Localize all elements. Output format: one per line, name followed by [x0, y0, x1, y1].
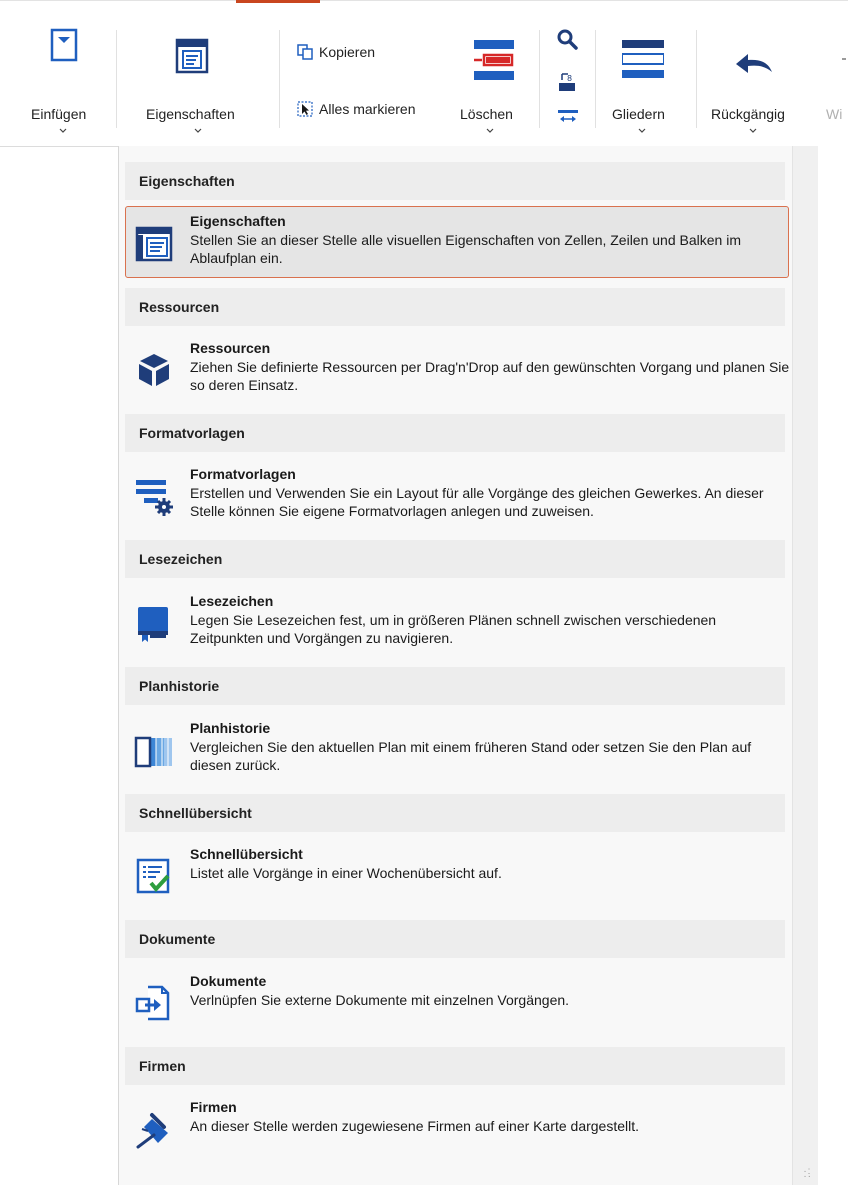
menu-item-title: Eigenschaften [190, 213, 286, 229]
properties-icon [134, 223, 174, 263]
resize-grip-icon[interactable]: ·: ·· [803, 1167, 812, 1182]
svg-text:8: 8 [567, 74, 572, 83]
chevron-down-icon[interactable] [59, 128, 67, 136]
copy-icon [297, 44, 313, 60]
menu-item-description: Legen Sie Lesezeichen fest, um in größer… [190, 612, 717, 646]
chevron-down-icon[interactable] [749, 128, 757, 136]
document-link-icon [134, 983, 174, 1023]
ribbon-toolbar: Einfügen Eigenschaften Kopieren Alles ma… [0, 0, 848, 146]
section-header-properties: Eigenschaften [125, 162, 785, 200]
section-header-resources: Ressourcen [125, 288, 785, 326]
properties-icon[interactable] [175, 38, 209, 79]
redo-icon [842, 58, 846, 60]
insert-icon[interactable] [50, 28, 78, 67]
cube-icon [134, 350, 174, 390]
ribbon-separator [116, 30, 117, 128]
format-template-icon [134, 476, 174, 516]
insert-button[interactable]: Einfügen [31, 106, 86, 122]
outline-icon[interactable] [621, 40, 665, 85]
chevron-down-icon[interactable] [486, 128, 494, 136]
expand-width-icon[interactable] [558, 110, 578, 129]
menu-item-plan-history[interactable]: Planhistorie Vergleichen Sie den aktuell… [125, 713, 789, 785]
menu-item-companies[interactable]: Firmen An dieser Stelle werden zugewiese… [125, 1092, 789, 1164]
select-all-icon [297, 101, 313, 117]
delete-button[interactable]: Löschen [460, 106, 513, 122]
chevron-down-icon[interactable] [638, 128, 646, 136]
select-all-label: Alles markieren [319, 101, 416, 117]
menu-item-description: Ziehen Sie definierte Ressourcen per Dra… [190, 359, 790, 393]
menu-item-documents[interactable]: Dokumente Verlnüpfen Sie externe Dokumen… [125, 966, 789, 1038]
menu-item-title: Lesezeichen [190, 593, 274, 609]
menu-item-title: Dokumente [190, 973, 267, 989]
active-tab-indicator [236, 0, 320, 3]
menu-item-description: Vergleichen Sie den aktuellen Plan mit e… [190, 739, 752, 773]
select-all-button[interactable]: Alles markieren [297, 101, 415, 117]
ribbon-top-border [0, 0, 848, 1]
menu-item-resources[interactable]: Ressourcen Ziehen Sie definierte Ressour… [125, 333, 789, 405]
dropdown-scrollbar[interactable] [792, 146, 818, 1185]
undo-button[interactable]: Rückgängig [711, 106, 785, 122]
section-header-format-templates: Formatvorlagen [125, 414, 785, 452]
menu-item-description: Stellen Sie an dieser Stelle alle visuel… [190, 232, 741, 266]
menu-item-quick-overview[interactable]: Schnellübersicht Listet alle Vorgänge in… [125, 839, 789, 911]
properties-dropdown-menu: Eigenschaften Eigenschaften Stellen Sie … [118, 146, 818, 1185]
menu-item-format-templates[interactable]: Formatvorlagen Erstellen und Verwenden S… [125, 459, 789, 531]
menu-item-title: Planhistorie [190, 720, 271, 736]
menu-item-bookmarks[interactable]: Lesezeichen Legen Sie Lesezeichen fest, … [125, 586, 789, 658]
sort-icon[interactable]: 8 [558, 72, 576, 97]
menu-item-description: Erstellen und Verwenden Sie ein Layout f… [190, 485, 764, 519]
search-icon[interactable] [556, 28, 578, 55]
menu-item-description: An dieser Stelle werden zugewiesene Firm… [190, 1118, 640, 1134]
menu-item-title: Schnellübersicht [190, 846, 303, 862]
checklist-icon [134, 856, 174, 896]
section-header-companies: Firmen [125, 1047, 785, 1085]
history-icon [134, 730, 174, 770]
copy-button[interactable]: Kopieren [297, 44, 375, 60]
section-header-bookmarks: Lesezeichen [125, 540, 785, 578]
menu-item-title: Formatvorlagen [190, 466, 296, 482]
copy-label: Kopieren [319, 44, 376, 60]
properties-button[interactable]: Eigenschaften [146, 106, 235, 122]
pin-icon [134, 1109, 174, 1149]
menu-item-title: Ressourcen [190, 340, 271, 356]
redo-button[interactable]: Wi [826, 106, 842, 122]
ribbon-separator [279, 30, 280, 128]
menu-item-properties[interactable]: Eigenschaften Stellen Sie an dieser Stel… [125, 206, 789, 278]
section-header-plan-history: Planhistorie [125, 667, 785, 705]
menu-item-description: Listet alle Vorgänge in einer Wochenüber… [190, 865, 502, 881]
ribbon-separator [696, 30, 697, 128]
outline-button[interactable]: Gliedern [612, 106, 665, 122]
undo-icon[interactable] [734, 52, 774, 79]
ribbon-bottom-border [0, 146, 118, 147]
section-header-documents: Dokumente [125, 920, 785, 958]
delete-rows-icon[interactable] [472, 38, 516, 87]
section-header-quick-overview: Schnellübersicht [125, 794, 785, 832]
bookmark-icon [134, 603, 174, 643]
chevron-down-icon[interactable] [194, 128, 202, 136]
ribbon-separator [539, 30, 540, 128]
menu-item-description: Verlnüpfen Sie externe Dokumente mit ein… [190, 992, 570, 1008]
ribbon-separator [595, 30, 596, 128]
menu-item-title: Firmen [190, 1099, 237, 1115]
